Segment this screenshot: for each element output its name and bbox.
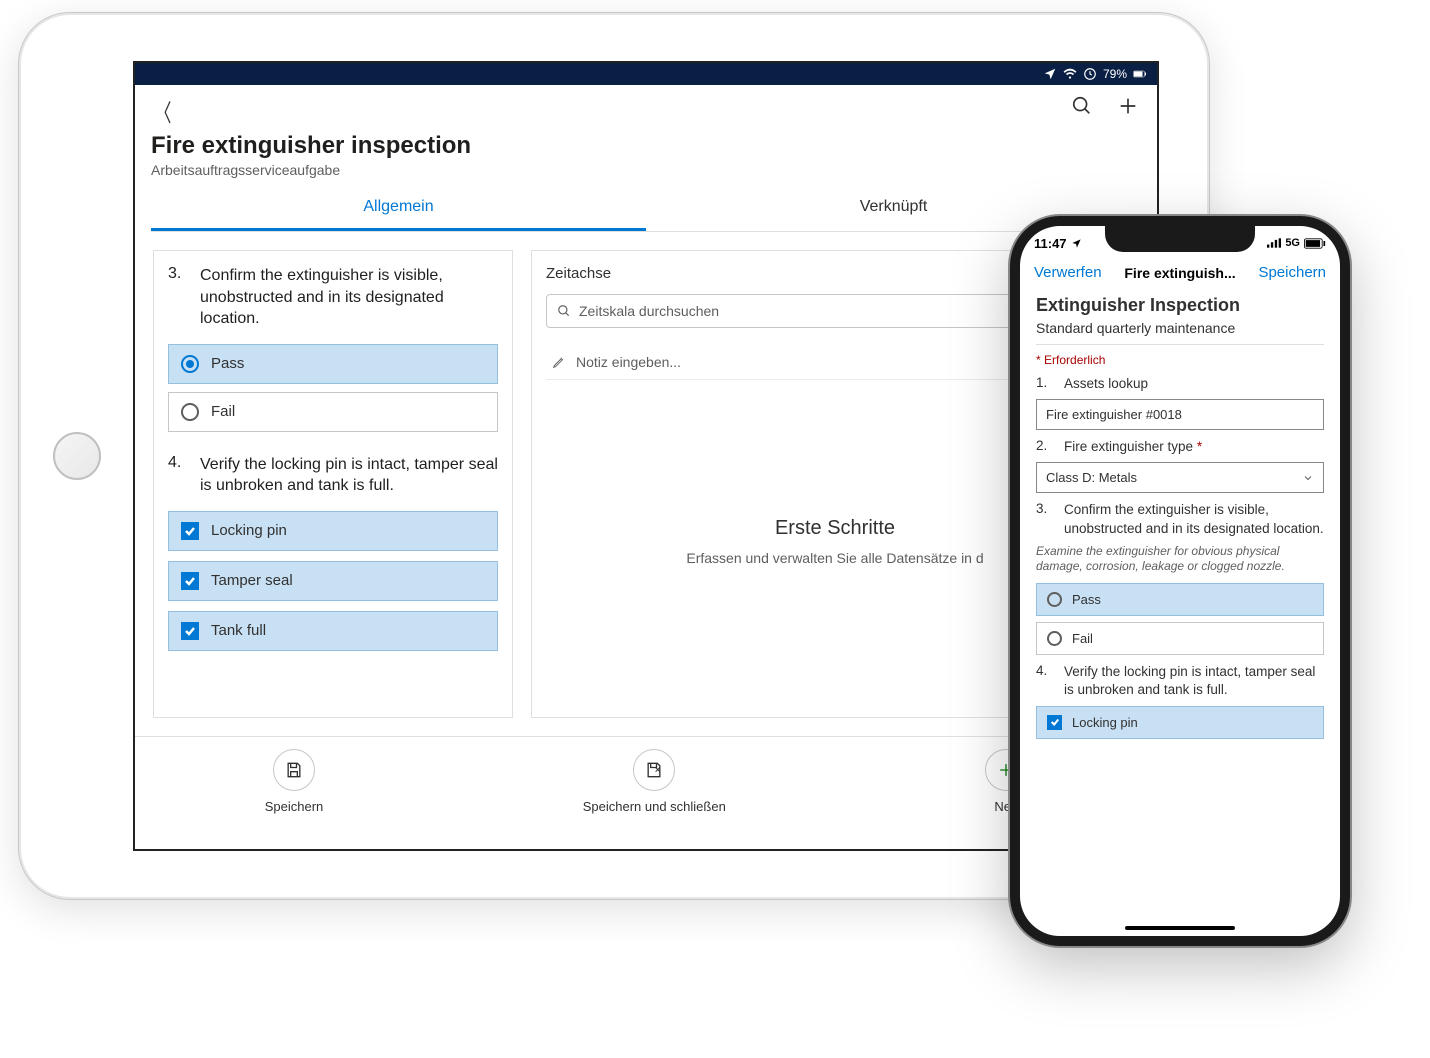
battery-icon	[1133, 67, 1147, 81]
phone-device: 11:47 5G Verwerfen Fire extinguish... Sp…	[1010, 216, 1350, 946]
cmd-label: Speichern und schließen	[583, 799, 726, 814]
save-icon	[284, 760, 304, 780]
radio-icon	[181, 355, 199, 373]
radio-icon	[181, 403, 199, 421]
question-number: 2.	[1036, 438, 1050, 456]
back-button[interactable]: 〈	[155, 93, 172, 128]
check-label: Locking pin	[1072, 715, 1138, 730]
page-title: Fire extinguisher inspection	[151, 132, 1141, 160]
question-text: Verify the locking pin is intact, tamper…	[1064, 663, 1324, 699]
phone-notch	[1105, 226, 1255, 252]
question-text: Fire extinguisher type *	[1064, 438, 1202, 456]
checkbox-icon	[181, 622, 199, 640]
question-text: Confirm the extinguisher is visible, uno…	[1064, 501, 1324, 537]
question-4: 4. Verify the locking pin is intact, tam…	[168, 454, 498, 651]
checkbox-icon	[181, 522, 199, 540]
divider	[1036, 344, 1324, 345]
question-help: Examine the extinguisher for obvious phy…	[1036, 544, 1324, 575]
question-3: 3. Confirm the extinguisher is visible, …	[1036, 501, 1324, 537]
required-label: Erforderlich	[1036, 353, 1324, 367]
option-label: Fail	[211, 403, 235, 420]
question-4: 4. Verify the locking pin is intact, tam…	[1036, 663, 1324, 699]
battery-percent: 79%	[1103, 67, 1127, 81]
location-icon	[1043, 67, 1057, 81]
chevron-down-icon	[1302, 472, 1314, 484]
search-icon	[557, 304, 571, 318]
option-label: Fail	[1072, 631, 1093, 646]
check-locking-pin[interactable]: Locking pin	[1036, 706, 1324, 739]
question-number: 4.	[168, 454, 186, 497]
question-1: 1. Assets lookup	[1036, 375, 1324, 393]
sync-icon	[1083, 67, 1097, 81]
note-placeholder: Notiz eingeben...	[576, 354, 681, 370]
home-indicator[interactable]	[1125, 926, 1235, 930]
search-icon[interactable]	[1071, 95, 1093, 117]
save-button[interactable]: Speichern	[1258, 264, 1326, 281]
form-subtitle: Standard quarterly maintenance	[1036, 320, 1324, 336]
nav-title: Fire extinguish...	[1124, 265, 1235, 281]
checkbox-icon	[181, 572, 199, 590]
question-text: Verify the locking pin is intact, tamper…	[200, 454, 498, 497]
empty-title: Erste Schritte	[775, 517, 895, 540]
check-label: Locking pin	[211, 522, 287, 539]
tablet-status-bar: 79%	[135, 63, 1157, 85]
radio-icon	[1047, 631, 1062, 646]
question-3: 3. Confirm the extinguisher is visible, …	[168, 265, 498, 432]
content-area: 3. Confirm the extinguisher is visible, …	[135, 232, 1157, 736]
check-label: Tamper seal	[211, 572, 293, 589]
inspection-panel: 3. Confirm the extinguisher is visible, …	[153, 250, 513, 718]
checkbox-icon	[1047, 715, 1062, 730]
signal-icon	[1267, 238, 1281, 248]
question-number: 1.	[1036, 375, 1050, 393]
question-text: Assets lookup	[1064, 375, 1148, 393]
question-number: 3.	[1036, 501, 1050, 537]
option-pass[interactable]: Pass	[168, 344, 498, 384]
option-pass[interactable]: Pass	[1036, 583, 1324, 616]
add-icon[interactable]	[1117, 95, 1139, 117]
form-title: Extinguisher Inspection	[1036, 295, 1324, 316]
tab-bar: Allgemein Verknüpft	[151, 186, 1141, 232]
check-locking-pin[interactable]: Locking pin	[168, 511, 498, 551]
check-tank-full[interactable]: Tank full	[168, 611, 498, 651]
tablet-home-button[interactable]	[53, 432, 101, 480]
status-time: 11:47	[1034, 236, 1067, 251]
question-number: 3.	[168, 265, 186, 330]
extinguisher-type-select[interactable]: Class D: Metals	[1036, 462, 1324, 493]
save-close-button[interactable]: Speichern und schließen	[583, 749, 726, 814]
empty-text: Erfassen und verwalten Sie alle Datensät…	[686, 550, 983, 566]
battery-icon	[1304, 238, 1326, 249]
phone-content: Extinguisher Inspection Standard quarter…	[1020, 289, 1340, 909]
page-subtype: Arbeitsauftragsserviceaufgabe	[151, 162, 1141, 178]
option-fail[interactable]: Fail	[168, 392, 498, 432]
phone-nav: Verwerfen Fire extinguish... Speichern	[1020, 260, 1340, 289]
question-text: Confirm the extinguisher is visible, uno…	[200, 265, 498, 330]
option-label: Pass	[1072, 592, 1101, 607]
tablet-screen: 79% 〈 Fire extinguisher inspection Arbei…	[133, 61, 1159, 851]
question-number: 4.	[1036, 663, 1050, 699]
save-button[interactable]: Speichern	[265, 749, 324, 814]
discard-button[interactable]: Verwerfen	[1034, 264, 1102, 281]
wifi-icon	[1063, 67, 1077, 81]
option-fail[interactable]: Fail	[1036, 622, 1324, 655]
save-close-icon	[644, 760, 664, 780]
location-icon	[1071, 238, 1082, 249]
search-placeholder: Zeitskala durchsuchen	[579, 303, 719, 319]
check-tamper-seal[interactable]: Tamper seal	[168, 561, 498, 601]
page-header: 〈 Fire extinguisher inspection Arbeitsau…	[135, 85, 1157, 232]
network-label: 5G	[1285, 237, 1300, 249]
select-value: Class D: Metals	[1046, 470, 1137, 485]
tab-general[interactable]: Allgemein	[151, 186, 646, 231]
assets-lookup-input[interactable]	[1036, 399, 1324, 430]
radio-icon	[1047, 592, 1062, 607]
question-2: 2. Fire extinguisher type *	[1036, 438, 1324, 456]
command-bar: Speichern Speichern und schließen Neu	[135, 736, 1157, 826]
option-label: Pass	[211, 355, 244, 372]
pencil-icon	[552, 355, 566, 369]
cmd-label: Speichern	[265, 799, 324, 814]
check-label: Tank full	[211, 622, 266, 639]
